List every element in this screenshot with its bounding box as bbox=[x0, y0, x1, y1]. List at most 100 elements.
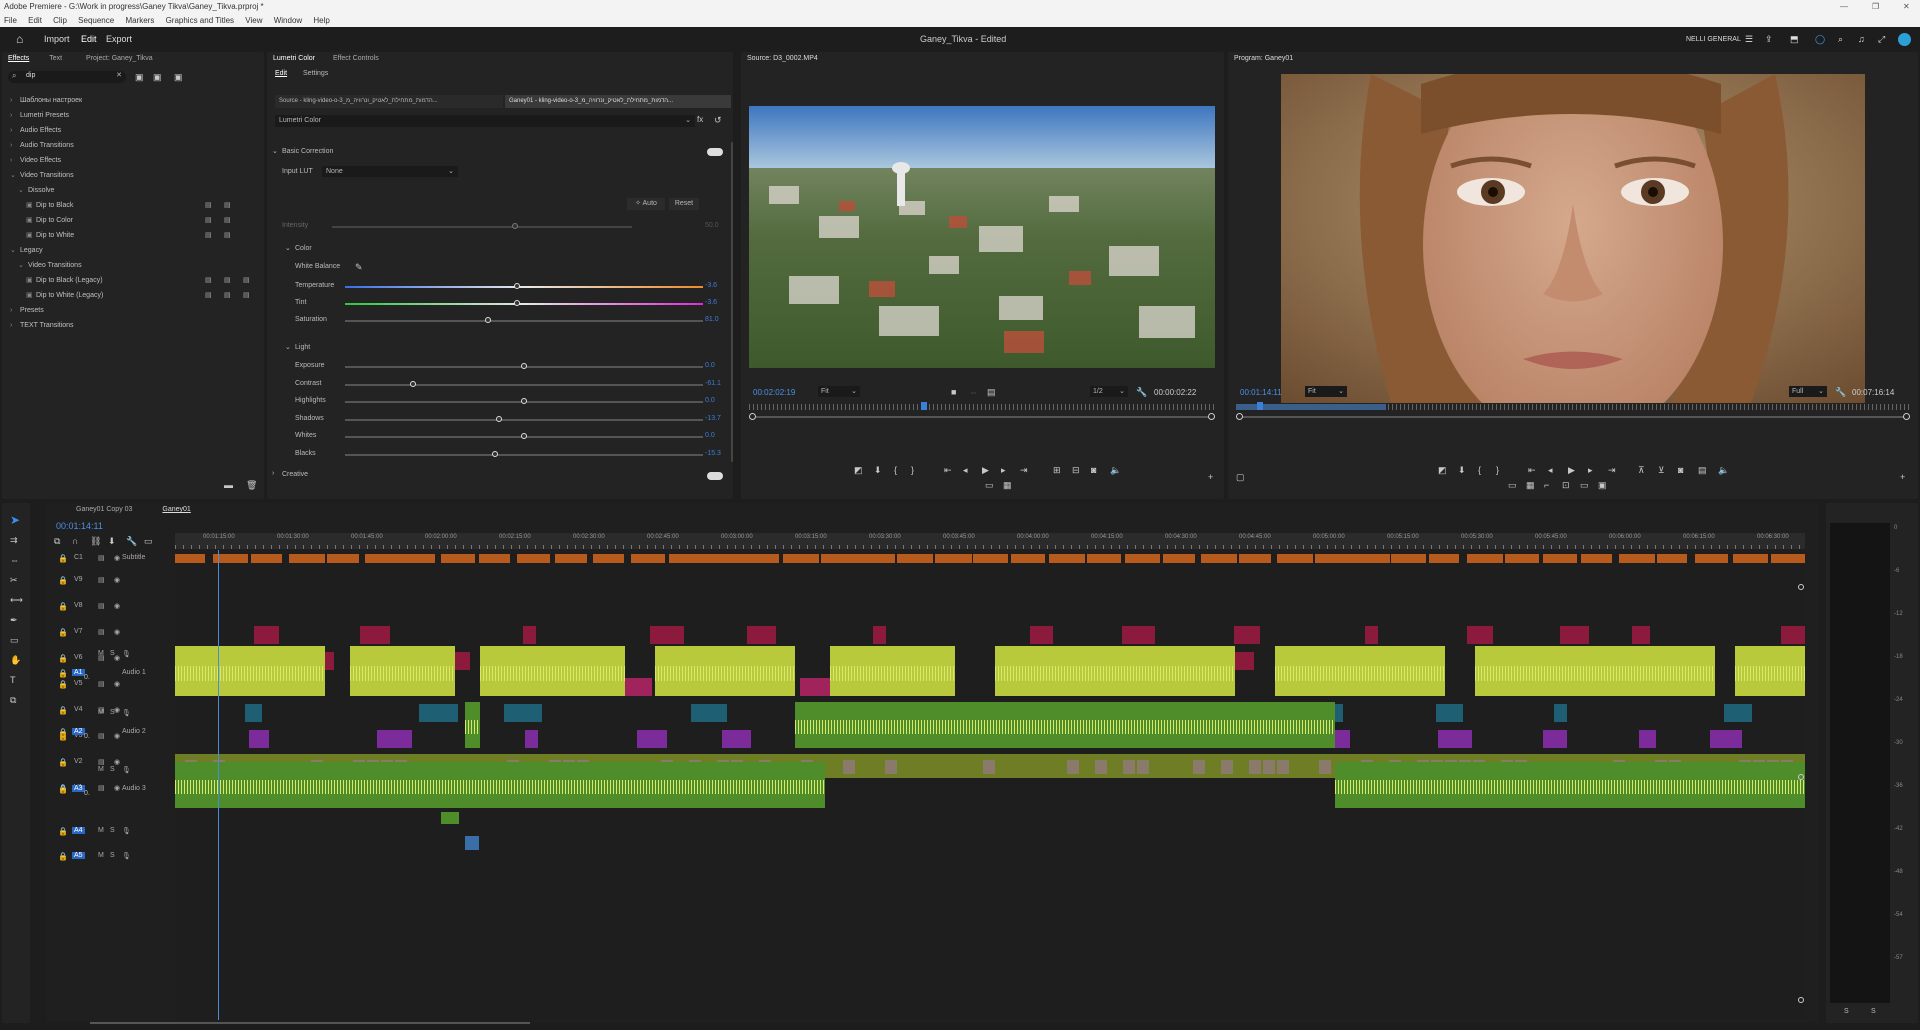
tab-text[interactable]: Text bbox=[49, 55, 62, 62]
subtitle-clip[interactable] bbox=[175, 554, 205, 563]
lock-icon[interactable]: 🔒 bbox=[58, 852, 68, 861]
wrench-icon[interactable]: 🔧 bbox=[1835, 387, 1846, 397]
effect-select[interactable]: Lumetri Color ⌄ bbox=[275, 115, 695, 127]
lumetri-scrollbar[interactable] bbox=[731, 142, 733, 462]
lock-icon[interactable]: 🔒 bbox=[58, 785, 68, 794]
subtitle-clip[interactable] bbox=[1201, 554, 1237, 563]
marker-icon[interactable]: ⬇ bbox=[1458, 465, 1466, 475]
slider-knob[interactable] bbox=[495, 415, 502, 422]
audio-clip-a5[interactable] bbox=[465, 836, 479, 850]
slider-value[interactable]: 0.0 bbox=[705, 432, 715, 439]
slider-track[interactable] bbox=[345, 286, 703, 288]
chevron-right-icon[interactable]: › bbox=[10, 153, 20, 168]
slider-value[interactable]: -3.6 bbox=[705, 282, 717, 289]
play-icon[interactable]: ▶ bbox=[982, 465, 989, 475]
slider-value[interactable]: 0.0 bbox=[705, 362, 715, 369]
video-clip[interactable] bbox=[253, 626, 280, 644]
tab-sequence-copy[interactable]: Ganey01 Copy 03 bbox=[76, 506, 132, 513]
input-lut-select[interactable]: None ⌄ bbox=[322, 166, 458, 177]
subtitle-clip[interactable] bbox=[1733, 554, 1769, 563]
creative-toggle[interactable] bbox=[707, 472, 723, 480]
program-playhead[interactable] bbox=[1257, 402, 1263, 410]
menu-view[interactable]: View bbox=[245, 16, 262, 25]
snap-icon[interactable]: ⊡ bbox=[1562, 480, 1570, 490]
slider-value[interactable]: -3.6 bbox=[705, 299, 717, 306]
step-forward-icon[interactable]: ▸ bbox=[1001, 465, 1006, 475]
slider-track[interactable] bbox=[345, 303, 703, 305]
source-timecode[interactable]: 00:02:02:19 bbox=[753, 388, 795, 397]
intensity-slider[interactable] bbox=[332, 226, 632, 228]
scroll-handle-top[interactable] bbox=[1798, 584, 1804, 590]
subtitle-clip[interactable] bbox=[1657, 554, 1688, 563]
mute-button[interactable]: M bbox=[98, 766, 104, 773]
mark-out-icon[interactable]: } bbox=[911, 465, 914, 475]
sequence-clip-tab[interactable]: Ganey01 - kling-video-o-3_הדמות_מתחילת_ל… bbox=[505, 95, 731, 108]
wrench-icon[interactable]: 🔧 bbox=[126, 536, 137, 546]
add-marker-icon[interactable]: ⬇ bbox=[108, 536, 116, 546]
video-clip[interactable] bbox=[419, 704, 459, 722]
audio-clip[interactable] bbox=[175, 762, 825, 808]
subtitle-clip[interactable] bbox=[1391, 554, 1426, 563]
nest-icon[interactable]: ⧉ bbox=[54, 536, 60, 546]
eye-icon[interactable]: ◉ bbox=[114, 602, 120, 610]
quick-export-icon[interactable]: ⇪ bbox=[1765, 27, 1773, 52]
mic-icon[interactable]: 🎙 bbox=[122, 709, 131, 717]
subtitle-clip[interactable] bbox=[517, 554, 551, 563]
video-clip[interactable] bbox=[746, 626, 777, 644]
subtab-edit[interactable]: Edit bbox=[275, 70, 287, 77]
sync-lock-icon[interactable]: ▤ bbox=[98, 602, 105, 610]
go-to-out-icon[interactable]: ⇥ bbox=[1608, 465, 1616, 475]
basic-correction-heading[interactable]: Basic Correction bbox=[282, 148, 333, 155]
go-to-in-icon[interactable]: ⇤ bbox=[1528, 465, 1536, 475]
slider-knob[interactable] bbox=[410, 380, 417, 387]
add-button-icon[interactable]: + bbox=[1208, 472, 1213, 482]
track-target[interactable]: A4 bbox=[72, 827, 85, 834]
program-zoom-start[interactable] bbox=[1236, 413, 1243, 420]
guides-icon[interactable]: ⌐ bbox=[1544, 480, 1549, 490]
maximize-icon[interactable]: ❐ bbox=[1872, 0, 1879, 14]
video-clip[interactable] bbox=[1365, 626, 1379, 644]
subtitle-clip[interactable] bbox=[897, 554, 934, 563]
tab-project[interactable]: Project: Ganey_Tikva bbox=[86, 55, 153, 62]
snap-icon[interactable]: ∩ bbox=[72, 536, 78, 546]
track-select-icon[interactable]: ⇉ bbox=[10, 535, 18, 545]
subtitle-clip[interactable] bbox=[1049, 554, 1086, 563]
solo-button[interactable]: S bbox=[110, 852, 115, 859]
chevron-down-icon[interactable]: ⌄ bbox=[285, 343, 291, 351]
chevron-right-icon[interactable]: › bbox=[10, 303, 20, 318]
audio-clip-a4[interactable] bbox=[441, 812, 459, 824]
subtitle-clip[interactable] bbox=[1011, 554, 1045, 563]
video-clip[interactable] bbox=[1710, 730, 1742, 748]
slider-track[interactable] bbox=[345, 320, 703, 322]
camera-icon[interactable]: ◙ bbox=[1678, 465, 1683, 475]
subtitle-clip[interactable] bbox=[555, 554, 587, 563]
subtitle-clip[interactable] bbox=[593, 554, 625, 563]
video-clip[interactable] bbox=[1724, 704, 1753, 722]
audio-clip[interactable] bbox=[995, 646, 1235, 696]
subtitle-clip[interactable] bbox=[441, 554, 476, 563]
audio-clip[interactable] bbox=[1335, 762, 1805, 808]
chevron-right-icon[interactable]: › bbox=[10, 318, 20, 333]
slider-knob[interactable] bbox=[513, 300, 520, 306]
timeline-zoom-bar[interactable] bbox=[90, 1022, 530, 1024]
video-clip[interactable] bbox=[376, 730, 413, 748]
subtitle-clip[interactable] bbox=[479, 554, 510, 563]
auto-button[interactable]: ✧ Auto bbox=[627, 198, 665, 210]
subtitle-clip[interactable] bbox=[1467, 554, 1504, 563]
type-icon[interactable]: T bbox=[10, 675, 16, 685]
step-back-icon[interactable]: ◂ bbox=[963, 465, 968, 475]
subtitle-clip[interactable] bbox=[631, 554, 665, 563]
solo-button[interactable]: S bbox=[110, 766, 115, 773]
video-clip[interactable] bbox=[721, 730, 751, 748]
subtitle-clip[interactable] bbox=[1581, 554, 1612, 563]
intensity-value[interactable]: 50.0 bbox=[705, 222, 719, 229]
mute-button[interactable]: M bbox=[98, 852, 104, 859]
menu-clip[interactable]: Clip bbox=[53, 16, 67, 25]
lock-icon[interactable]: 🔒 bbox=[58, 554, 68, 563]
add-marker-icon[interactable]: ◩ bbox=[1438, 465, 1447, 475]
subtitle-clip[interactable] bbox=[1505, 554, 1539, 563]
audio-clip[interactable] bbox=[795, 702, 1335, 748]
slider-value[interactable]: -15.3 bbox=[705, 450, 721, 457]
audio-clip[interactable] bbox=[480, 646, 625, 696]
reset-button[interactable]: Reset bbox=[669, 198, 699, 210]
